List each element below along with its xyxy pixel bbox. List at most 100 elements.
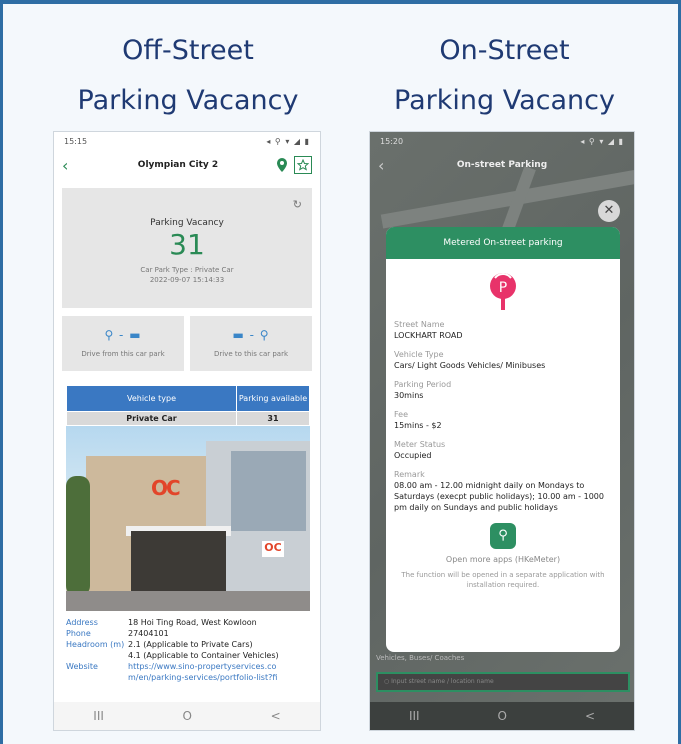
parking-meter-icon: P <box>486 271 520 311</box>
vacancy-card: ↻ Parking Vacancy 31 Car Park Type : Pri… <box>62 188 312 308</box>
status-time: 15:20 <box>380 136 404 146</box>
heading-line-1: Off-Street <box>122 35 254 66</box>
table-row: Private Car 31 <box>66 411 310 426</box>
back-button[interactable]: < <box>271 709 281 723</box>
drive-to-label: Drive to this car park <box>213 350 289 358</box>
parking-info-modal: Metered On-street parking P Street Name … <box>386 227 620 652</box>
search-input[interactable]: ○ Input street name / location name <box>376 672 630 692</box>
info-row-website: Website https://www.sino-propertyservice… <box>66 661 308 683</box>
drive-from-button[interactable]: ⚲ - ▬ Drive from this car park <box>62 316 184 371</box>
hkemeter-app-icon[interactable]: ⚲ <box>490 523 516 549</box>
column-header: Vehicle type <box>66 385 237 412</box>
field-label: Fee <box>394 410 409 419</box>
system-nav-bar: III O < <box>370 702 634 730</box>
field-value: Occupied <box>394 451 432 460</box>
status-time: 15:15 <box>64 136 88 146</box>
off-street-phone: 15:15 ◂ ⚲ ▾ ◢ ▮ ‹ Olympian City 2 ↻ Park… <box>53 131 321 731</box>
recent-apps-button[interactable]: III <box>93 709 104 723</box>
field-label: Meter Status <box>394 440 446 449</box>
info-key: Website <box>66 662 98 671</box>
info-value[interactable]: 27404101 <box>128 628 308 639</box>
system-nav-bar: III O < <box>54 702 320 730</box>
field-label: Street Name <box>394 320 445 329</box>
home-button[interactable]: O <box>498 709 507 723</box>
refresh-icon[interactable]: ↻ <box>293 198 302 211</box>
field-remark: Remark 08.00 am - 12.00 midnight daily o… <box>394 469 612 513</box>
info-key: Phone <box>66 629 91 638</box>
oc-logo-small: OC <box>262 541 284 557</box>
table-cell: 31 <box>236 411 310 426</box>
page-title: Olympian City 2 <box>137 160 219 170</box>
favorite-star-icon[interactable] <box>294 156 312 174</box>
drive-from-label: Drive from this car park <box>81 350 165 358</box>
chevron-left-icon[interactable]: ‹ <box>62 156 82 175</box>
off-street-heading: Off-Street Parking Vacancy <box>43 26 333 126</box>
field-value: Cars/ Light Goods Vehicles/ Minibuses <box>394 361 546 370</box>
apps-note: The function will be opened in a separat… <box>401 571 605 589</box>
map-pin-icon[interactable] <box>274 157 290 173</box>
svg-text:P: P <box>499 280 507 296</box>
field-label: Parking Period <box>394 380 452 389</box>
app-bar: ‹ On-street Parking <box>370 150 634 180</box>
oc-logo: OC <box>151 476 181 500</box>
heading-line-2: Parking Vacancy <box>77 85 299 116</box>
table-cell: Private Car <box>66 411 237 426</box>
vehicle-table: Vehicle type Parking available Private C… <box>66 385 310 426</box>
drive-to-button[interactable]: ▬ - ⚲ Drive to this car park <box>190 316 312 371</box>
road <box>66 591 310 611</box>
app-bar: ‹ Olympian City 2 <box>54 150 320 180</box>
close-icon[interactable]: ✕ <box>598 200 620 222</box>
heading-line-2: Parking Vacancy <box>394 85 615 116</box>
status-icons: ◂ ⚲ ▾ ◢ ▮ <box>580 136 624 146</box>
car-park-entrance <box>131 531 226 591</box>
car-park-type: Car Park Type : Private Car <box>140 266 234 274</box>
table-header-row: Vehicle type Parking available <box>66 385 310 412</box>
tree <box>66 476 90 596</box>
drive-buttons: ⚲ - ▬ Drive from this car park ▬ - ⚲ Dri… <box>62 316 312 371</box>
car-park-photo: OC OC <box>66 426 310 611</box>
field-fee: Fee 15mins - $2 <box>394 409 612 431</box>
field-meter-status: Meter Status Occupied <box>394 439 612 461</box>
column-header: Parking available <box>236 385 310 412</box>
vacancy-timestamp: 2022-09-07 15:14:33 <box>149 276 225 284</box>
field-value: 08.00 am - 12.00 midnight daily on Monda… <box>394 481 604 512</box>
on-street-heading: On-Street Parking Vacancy <box>357 26 652 126</box>
home-button[interactable]: O <box>183 709 192 723</box>
info-value: 18 Hoi Ting Road, West Kowloon <box>128 618 257 627</box>
info-row-phone: Phone 27404101 <box>66 628 308 639</box>
page-title: On-street Parking <box>456 160 548 170</box>
car-park-info: Address 18 Hoi Ting Road, West Kowloon P… <box>66 617 308 683</box>
background-text: Vehicles, Buses/ Coaches <box>376 654 465 662</box>
status-bar: 15:20 ◂ ⚲ ▾ ◢ ▮ <box>370 132 634 150</box>
vacancy-label: Parking Vacancy <box>150 218 224 228</box>
info-row-address: Address 18 Hoi Ting Road, West Kowloon <box>66 617 308 628</box>
info-key: Headroom (m) <box>66 640 125 649</box>
open-more-apps-link[interactable]: Open more apps (HKeMeter) <box>386 555 620 564</box>
building-glass <box>231 451 306 531</box>
field-vehicle-type: Vehicle Type Cars/ Light Goods Vehicles/… <box>394 349 612 371</box>
info-row-headroom: Headroom (m) 2.1 (Applicable to Private … <box>66 639 308 661</box>
field-parking-period: Parking Period 30mins <box>394 379 612 401</box>
field-value: 15mins - $2 <box>394 421 442 430</box>
website-link[interactable]: https://www.sino-propertyservices.co m/e… <box>128 661 308 683</box>
back-button[interactable]: < <box>585 709 595 723</box>
on-street-phone: 15:20 ◂ ⚲ ▾ ◢ ▮ ‹ On-street Parking ✕ Me… <box>369 131 635 731</box>
search-placeholder: Input street name / location name <box>391 678 494 685</box>
status-icons: ◂ ⚲ ▾ ◢ ▮ <box>266 136 310 146</box>
field-value: LOCKHART ROAD <box>394 331 463 340</box>
field-label: Remark <box>394 470 425 479</box>
field-value: 30mins <box>394 391 424 400</box>
field-street-name: Street Name LOCKHART ROAD <box>394 319 612 341</box>
heading-line-1: On-Street <box>439 35 570 66</box>
recent-apps-button[interactable]: III <box>409 709 420 723</box>
vacancy-count: 31 <box>169 228 205 261</box>
pin-to-car-icon: ⚲ - ▬ <box>104 328 142 342</box>
info-key: Address <box>66 618 98 627</box>
modal-title: Metered On-street parking <box>386 227 620 259</box>
field-label: Vehicle Type <box>394 350 444 359</box>
info-value: 2.1 (Applicable to Private Cars) 4.1 (Ap… <box>128 640 279 660</box>
status-bar: 15:15 ◂ ⚲ ▾ ◢ ▮ <box>54 132 320 150</box>
car-to-pin-icon: ▬ - ⚲ <box>232 328 270 342</box>
figure-frame: Off-Street Parking Vacancy On-Street Par… <box>0 0 681 744</box>
chevron-left-icon[interactable]: ‹ <box>378 156 398 175</box>
